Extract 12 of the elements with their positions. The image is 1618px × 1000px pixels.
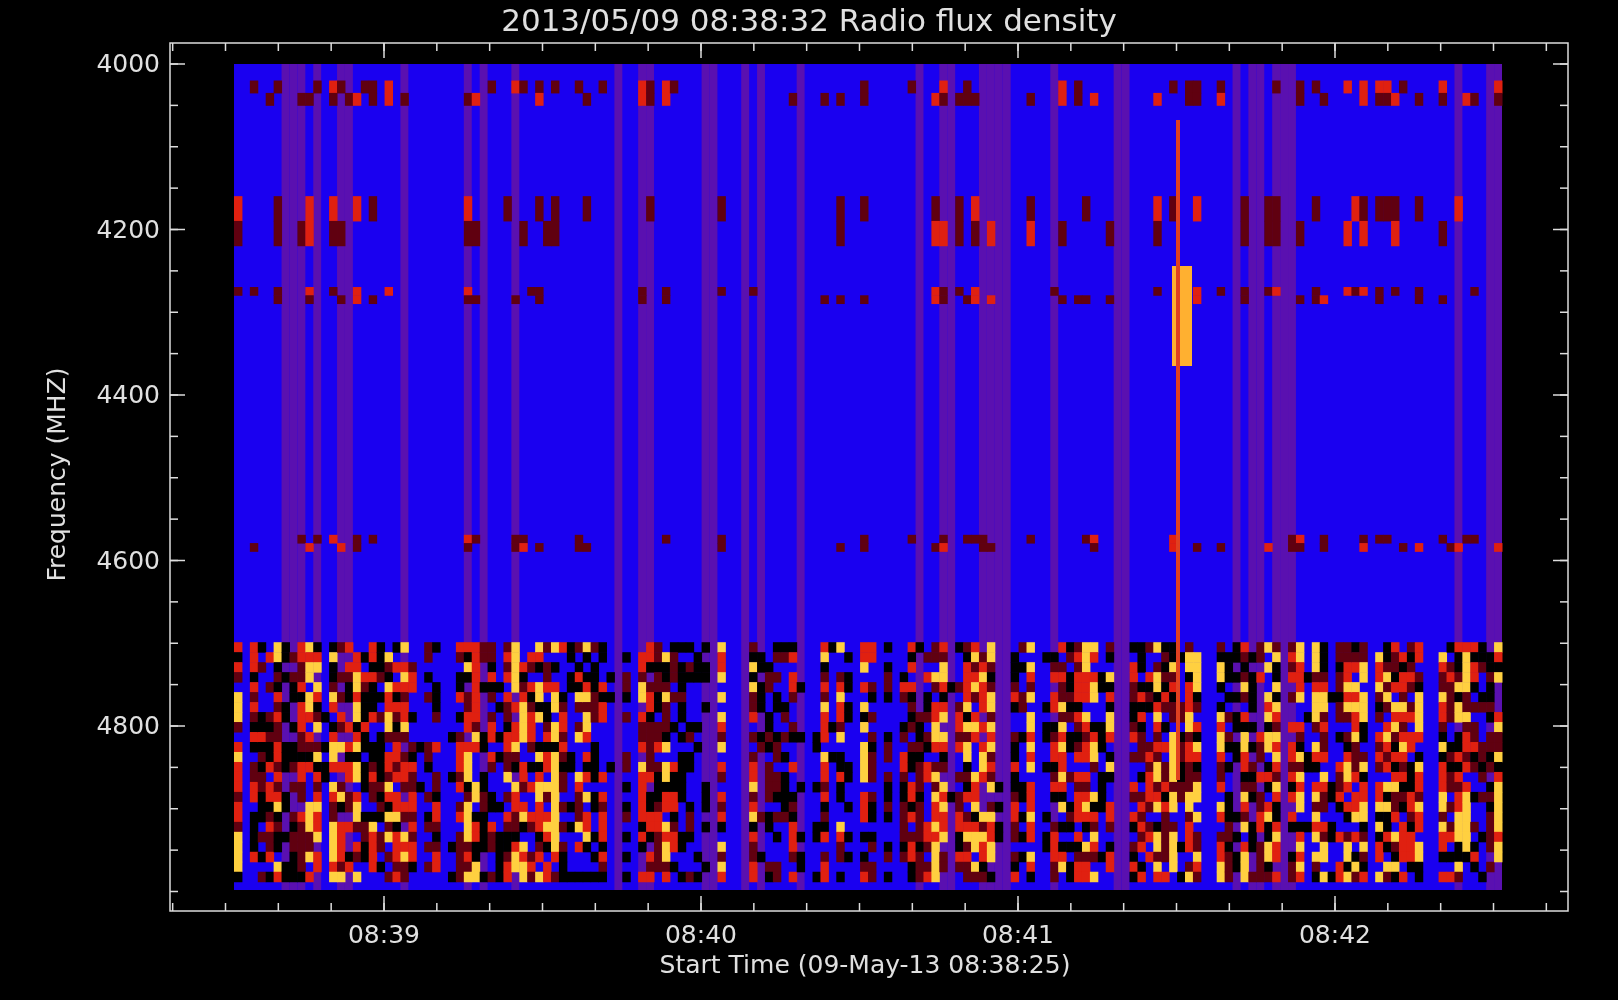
axis-tick-label: 08:42 (1297, 920, 1372, 949)
axis-label: Start Time (09-May-13 08:38:25) (658, 950, 1072, 979)
axis-tick-label: 08:39 (346, 920, 421, 949)
axis-tick-label: 4800 (95, 710, 160, 742)
axis-tick-label: 4600 (95, 544, 160, 577)
axis-tick-label: 08:41 (980, 920, 1055, 949)
axis-tick-label: 08:40 (663, 920, 738, 949)
axis-label: Frequency (MHZ) (41, 366, 71, 584)
chart-title: 2013/05/09 08:38:32 Radio flux density (500, 2, 1118, 38)
axis-tick-label: 4200 (95, 213, 160, 246)
axis-tick-label: 4400 (95, 379, 160, 411)
axis-tick-label: 4000 (95, 48, 160, 80)
